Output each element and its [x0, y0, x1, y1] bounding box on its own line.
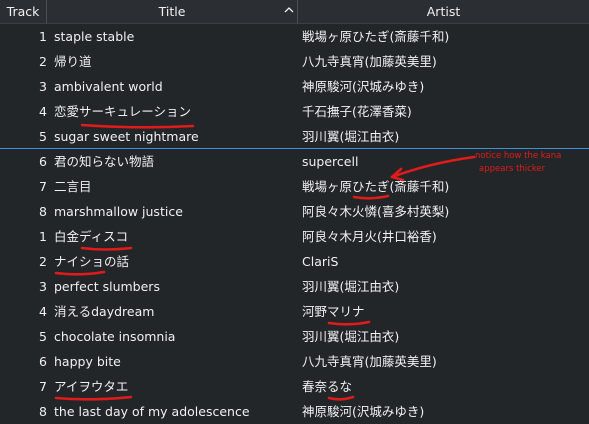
track-number: 5 — [39, 129, 47, 144]
track-number: 6 — [39, 154, 47, 169]
track-artist: 春奈るな — [302, 379, 353, 394]
track-number: 3 — [39, 79, 47, 94]
track-artist: ClariS — [302, 254, 339, 269]
track-number: 6 — [39, 354, 47, 369]
track-artist: 河野マリナ — [302, 304, 365, 319]
track-title: perfect slumbers — [54, 279, 160, 294]
track-title: 二言目 — [54, 179, 92, 194]
track-artist: 千石撫子(花澤香菜) — [302, 104, 412, 119]
annotation-note: notice how the kana appears thicker — [475, 150, 561, 176]
table-row[interactable]: 8 marshmallow justice 阿良々木火憐(喜多村英梨) — [0, 199, 589, 224]
track-title: ambivalent world — [54, 79, 163, 94]
title-column-header[interactable]: Title — [47, 0, 298, 23]
table-row[interactable]: 5 chocolate insomnia 羽川翼(堀江由衣) — [0, 324, 589, 349]
table-row[interactable]: 2 帰り道 八九寺真宵(加藤英美里) — [0, 49, 589, 74]
table-row[interactable]: 8 the last day of my adolescence 神原駿河(沢城… — [0, 399, 589, 424]
track-artist: 戦場ヶ原ひたぎ(斎藤千和) — [302, 179, 450, 194]
track-title: 帰り道 — [54, 54, 92, 69]
track-title: sugar sweet nightmare — [54, 129, 199, 144]
annotation-line-1: notice how the kana — [475, 151, 562, 161]
track-title: 消えるdaydream — [54, 304, 155, 319]
table-row[interactable]: 7 二言目 戦場ヶ原ひたぎ(斎藤千和) — [0, 174, 589, 199]
track-title: happy bite — [54, 354, 121, 369]
title-column-label: Title — [158, 4, 186, 19]
track-artist: 羽川翼(堀江由衣) — [302, 329, 400, 344]
track-artist: 阿良々木月火(井口裕香) — [302, 229, 437, 244]
table-row[interactable]: 2 ナイショの話 ClariS — [0, 249, 589, 274]
track-column-header[interactable]: Track — [0, 0, 47, 23]
track-artist: 羽川翼(堀江由衣) — [302, 279, 400, 294]
track-artist: 阿良々木火憐(喜多村英梨) — [302, 204, 450, 219]
track-artist: 神原駿河(沢城みゆき) — [302, 404, 425, 419]
sort-ascending-icon[interactable] — [282, 3, 296, 17]
table-row[interactable]: 1 白金ディスコ 阿良々木月火(井口裕香) — [0, 224, 589, 249]
track-title: 君の知らない物語 — [54, 154, 155, 169]
track-number: 8 — [39, 204, 47, 219]
track-title: staple stable — [54, 29, 135, 44]
track-artist: 八九寺真宵(加藤英美里) — [302, 54, 437, 69]
artist-column-header[interactable]: Artist — [298, 0, 589, 23]
table-row[interactable]: 3 perfect slumbers 羽川翼(堀江由衣) — [0, 274, 589, 299]
table-row[interactable]: 6 happy bite 八九寺真宵(加藤英美里) — [0, 349, 589, 374]
track-number: 4 — [39, 304, 47, 319]
track-number: 2 — [39, 54, 47, 69]
track-title: marshmallow justice — [54, 204, 183, 219]
track-title: the last day of my adolescence — [54, 404, 250, 419]
track-number: 7 — [39, 179, 47, 194]
track-number: 1 — [39, 229, 47, 244]
table-row[interactable]: 5 sugar sweet nightmare 羽川翼(堀江由衣) — [0, 124, 589, 149]
track-artist: 神原駿河(沢城みゆき) — [302, 79, 425, 94]
table-row[interactable]: 4 消えるdaydream 河野マリナ — [0, 299, 589, 324]
track-number: 1 — [39, 29, 47, 44]
track-title: 白金ディスコ — [54, 229, 129, 244]
track-number: 4 — [39, 104, 47, 119]
track-number: 7 — [39, 379, 47, 394]
track-title: 恋愛サーキュレーション — [54, 104, 192, 119]
track-artist: 羽川翼(堀江由衣) — [302, 129, 400, 144]
table-row[interactable]: 4 恋愛サーキュレーション 千石撫子(花澤香菜) — [0, 99, 589, 124]
track-title: chocolate insomnia — [54, 329, 176, 344]
table-row[interactable]: 3 ambivalent world 神原駿河(沢城みゆき) — [0, 74, 589, 99]
table-row[interactable]: 1 staple stable 戦場ヶ原ひたぎ(斎藤千和) — [0, 24, 589, 49]
track-artist: 八九寺真宵(加藤英美里) — [302, 354, 437, 369]
track-number: 2 — [39, 254, 47, 269]
column-header: Track Title Artist — [0, 0, 589, 24]
track-number: 8 — [39, 404, 47, 419]
track-number: 3 — [39, 279, 47, 294]
annotation-line-2: appears thicker — [479, 164, 546, 174]
track-artist: 戦場ヶ原ひたぎ(斎藤千和) — [302, 29, 450, 44]
track-number: 5 — [39, 329, 47, 344]
table-row[interactable]: 7 アイヲウタエ 春奈るな — [0, 374, 589, 399]
track-title: アイヲウタエ — [54, 379, 129, 394]
track-title: ナイショの話 — [54, 254, 130, 269]
